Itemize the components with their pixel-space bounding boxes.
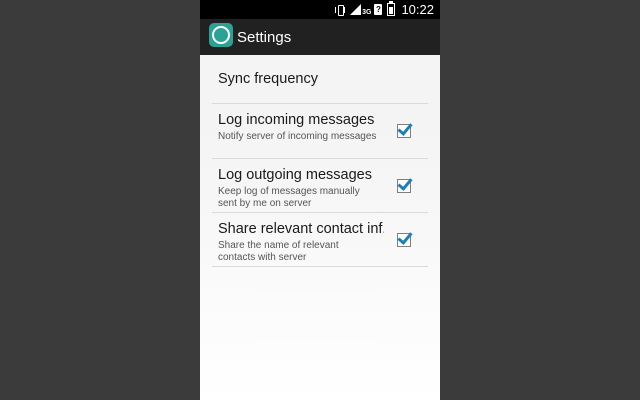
pref-sync-frequency-title: Sync frequency (218, 71, 318, 87)
status-icons: 3G ? 10:22 (335, 1, 434, 17)
page-title: Settings (237, 29, 292, 46)
pref-share-contact-summary: Share the name of relevant contacts with… (218, 240, 339, 263)
log-incoming-checkbox[interactable] (397, 120, 413, 138)
check-icon (397, 229, 413, 245)
check-icon (397, 175, 413, 191)
divider (212, 266, 428, 267)
status-clock: 10:22 (401, 2, 434, 17)
pref-log-incoming[interactable]: Log incoming messages Notify server of i… (200, 104, 440, 158)
pref-log-outgoing[interactable]: Log outgoing messages Keep log of messag… (200, 159, 440, 213)
pref-log-incoming-summary: Notify server of incoming messages (218, 131, 377, 142)
pref-sync-frequency[interactable]: Sync frequency (200, 55, 440, 103)
check-icon (397, 120, 413, 136)
pref-share-contact-title: Share relevant contact inf.. (218, 221, 384, 237)
pref-log-incoming-title: Log incoming messages (218, 112, 375, 128)
network-type-label: 3G (362, 9, 372, 16)
signal-icon (350, 4, 362, 15)
pref-log-outgoing-summary: Keep log of messages manually sent by me… (218, 186, 360, 209)
action-bar: Settings (200, 19, 440, 55)
battery-icon (387, 1, 396, 16)
app-icon[interactable] (209, 23, 233, 47)
circle-icon (212, 26, 230, 44)
share-contact-checkbox[interactable] (397, 229, 413, 247)
status-bar: 3G ? 10:22 (200, 0, 440, 19)
pref-log-outgoing-title: Log outgoing messages (218, 167, 372, 183)
phone-screen: 3G ? 10:22 Settings Sync frequency Log i… (200, 0, 440, 400)
pref-share-contact[interactable]: Share relevant contact inf.. Share the n… (200, 213, 440, 267)
sim-icon: ? (374, 4, 383, 15)
vibrate-icon (335, 4, 346, 16)
log-outgoing-checkbox[interactable] (397, 175, 413, 193)
